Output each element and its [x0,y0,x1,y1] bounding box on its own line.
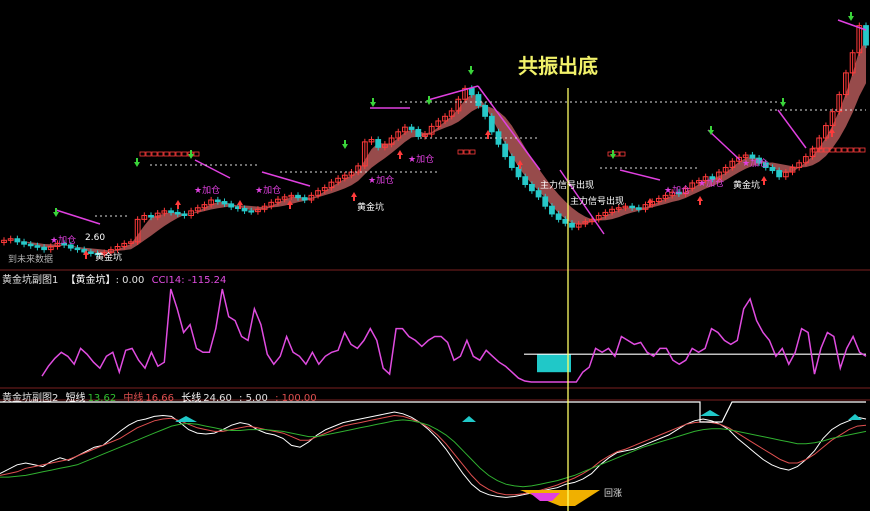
panel2-v1: : 5.00 [239,393,268,404]
panel2-mid-label: 中线 [123,393,144,404]
candle-body-85 [569,222,575,228]
chart-canvas[interactable] [0,0,870,511]
gold-pit-tag-2: 黄金坑 [357,203,385,213]
candle-body-72 [482,104,489,117]
candle-body-45 [301,197,308,201]
add-tag-4: ★加仓 [368,176,395,186]
candle-body-76 [508,156,515,168]
candle-body-79 [528,184,535,192]
panel2-short-label: 短线 [65,393,86,404]
panel1-field2-value: 14: -115.24 [168,275,227,286]
panel1-field1-value: : 0.00 [115,275,145,286]
candle-body-129 [863,25,869,46]
candle-body-26 [174,211,181,215]
add-tag-3: ★加仓 [255,186,282,196]
add-tag-6: ★加仓 [664,186,691,196]
candle-body-36 [241,208,248,212]
candle-body-71 [475,94,482,106]
candle-body-44 [295,194,301,199]
panel2-header: 黄金坑副图2 短线 13.62 中线 16.66 长线 24.60 : 5.00 : … [2,389,317,404]
candle-body-5 [34,245,41,248]
gold-pit-tag-3: 黄金坑 [733,181,761,191]
candle-body-56 [375,139,382,148]
candle-body-2 [14,238,21,243]
panel1-field2-label: CCI [151,275,169,286]
candle-body-115 [769,166,776,172]
add-tag-7: ★加仓 [698,179,725,189]
candle-body-95 [635,207,642,210]
candle-body-37 [248,210,255,213]
candle-body-32 [214,199,221,203]
low-price-label: 2.60 [85,233,106,243]
panel1-header: 黄金坑副图1 【黄金坑】: 0.00 CCI14: -115.24 [2,271,226,286]
candle-body-27 [181,213,188,216]
resonance-bottom-annotation: 共振出底 [518,54,598,78]
candle-body-25 [168,210,174,213]
candle-body-73 [488,115,495,133]
candle-body-33 [221,201,228,205]
panel2-long-label: 长线 [181,393,202,404]
candle-body-22 [148,215,154,218]
candle-body-83 [555,213,562,220]
candle-body-6 [41,246,47,251]
pullback-tag: 回涨 [604,489,623,499]
panel2-mid-value: 16.66 [145,393,175,404]
panel1-field1-label: 【黄金坑】 [65,275,116,286]
add-tag-2: ★加仓 [194,186,221,196]
cci-bottom-zone [537,354,571,373]
add-tag-5: ★加仓 [408,155,435,165]
candle-body-75 [502,143,509,158]
add-tag-1: ★加仓 [50,236,77,246]
candle-body-82 [549,205,555,215]
candle-body-13 [87,251,94,254]
panel1-name: 黄金坑副图1 [2,275,59,286]
candle-body-70 [468,87,475,96]
candle-body-34 [228,203,235,208]
future-data-tag: 到未来数据 [8,255,54,265]
candle-body-84 [562,218,569,224]
candle-body-94 [629,205,636,209]
candle-body-4 [27,243,34,247]
main-force-signal-tag-2: 主力信号出现 [570,197,625,207]
candle-body-78 [522,176,529,185]
panel2-long-value: 24.60 [203,393,232,404]
candle-body-81 [542,196,549,207]
candle-body-116 [776,170,783,178]
candle-body-3 [21,241,27,245]
gold-pit-tag-1: 黄金坑 [95,253,123,263]
candle-body-62 [415,128,422,137]
panel2-v2: : 100.00 [275,393,317,404]
candle-body-61 [408,126,415,130]
panel2-name: 黄金坑副图2 [2,393,59,404]
panel2-short-value: 13.62 [87,393,117,404]
main-force-signal-tag-1: 主力信号出现 [540,181,595,191]
candle-body-11 [74,247,81,251]
candle-body-80 [535,190,542,198]
add-tag-8: ★加仓 [742,159,769,169]
